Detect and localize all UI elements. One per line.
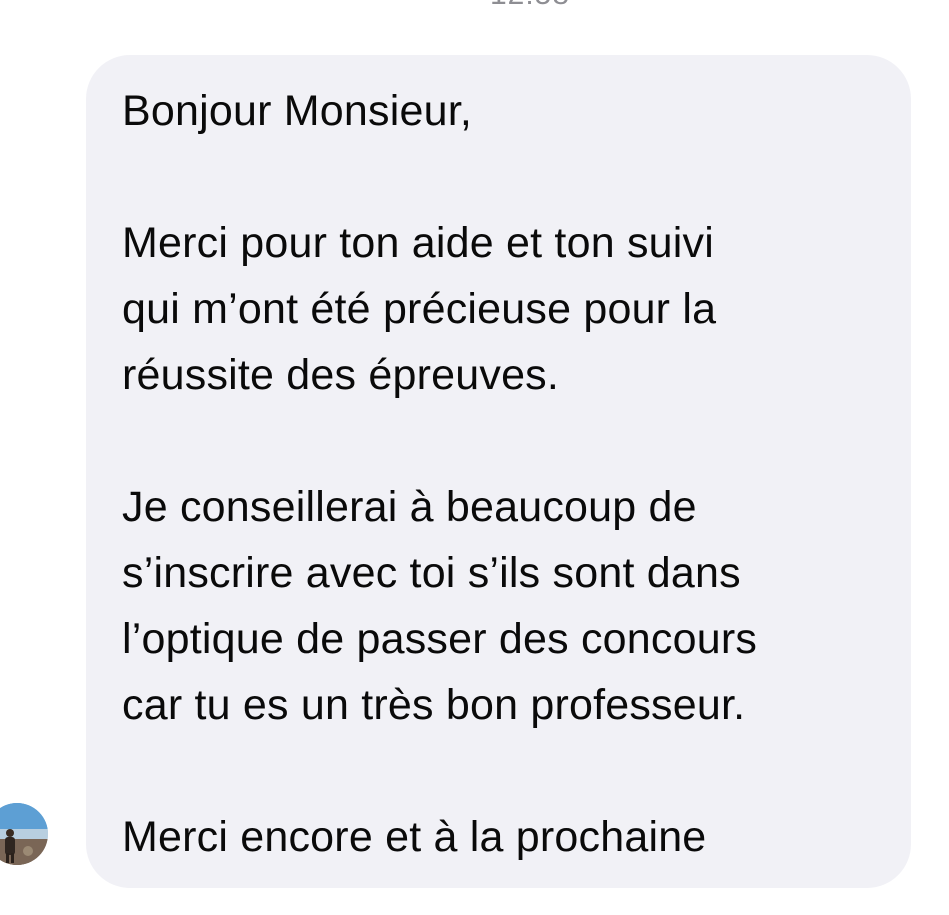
message-line: car tu es un très bon professeur. bbox=[122, 681, 746, 729]
message-bubble[interactable]: Bonjour Monsieur, Merci pour ton aide et… bbox=[86, 55, 911, 888]
profile-photo-icon bbox=[0, 803, 48, 865]
sender-avatar[interactable] bbox=[0, 803, 48, 865]
message-line-closing: Merci encore et à la prochaine bbox=[122, 813, 707, 861]
message-line: réussite des épreuves. bbox=[122, 351, 560, 399]
message-line: qui m’ont été précieuse pour la bbox=[122, 285, 717, 333]
message-line-greeting: Bonjour Monsieur, bbox=[122, 87, 472, 135]
message-line-recommendation: Je conseillerai à beaucoup de bbox=[122, 483, 697, 531]
message-timestamp: 12:58 bbox=[0, 0, 949, 12]
message-line-thanks: Merci pour ton aide et ton suivi bbox=[122, 219, 714, 267]
message-line: l’optique de passer des concours bbox=[122, 615, 758, 663]
message-line: s’inscrire avec toi s’ils sont dans bbox=[122, 549, 741, 597]
